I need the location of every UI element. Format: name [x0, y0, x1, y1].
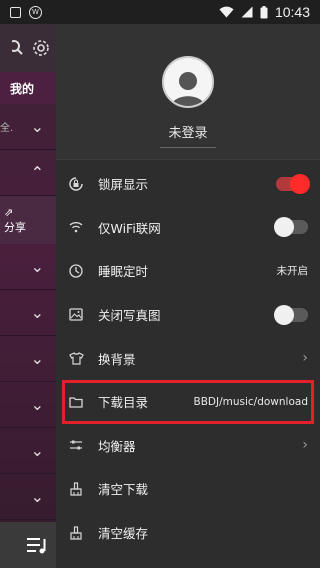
menu-item-label: 换背景 — [98, 351, 136, 367]
avatar[interactable] — [162, 56, 214, 108]
share-icon: ⇗ — [4, 205, 14, 219]
list-item[interactable]: ⌄ — [0, 244, 56, 290]
chevron-down-icon: ⌄ — [30, 303, 44, 322]
menu-item-equalizer[interactable]: 均衡器 › — [56, 424, 320, 468]
chevron-up-icon: ⌃ — [30, 163, 44, 182]
menu-item-label: 清空下载 — [98, 482, 149, 498]
battery-icon — [260, 5, 268, 18]
chevron-down-icon: ⌄ — [30, 441, 44, 460]
chevron-down-icon: ⌄ — [30, 487, 44, 506]
folder-icon — [68, 394, 84, 410]
chevron-right-icon: › — [302, 350, 308, 367]
search-icon[interactable] — [12, 40, 24, 56]
menu-item-label: 清空缓存 — [98, 526, 149, 542]
playlist-button[interactable] — [0, 522, 56, 568]
menu-item-label: 仅WiFi联网 — [98, 220, 161, 236]
menu-item-label: 睡眠定时 — [98, 264, 149, 280]
playlist-icon — [27, 538, 46, 554]
menu-item-lock-screen[interactable]: 锁屏显示 — [56, 162, 320, 206]
menu-item-label: 锁屏显示 — [98, 177, 149, 193]
menu-item-label: 均衡器 — [98, 438, 136, 454]
app-logo-icon: W — [29, 5, 42, 19]
download-directory-value: BBDJ/music/download — [193, 395, 308, 408]
menu-item-clear-downloads[interactable]: 清空下载 — [56, 467, 320, 511]
close-photo-toggle[interactable] — [274, 304, 308, 325]
wifi-icon — [68, 219, 84, 235]
user-icon — [171, 72, 205, 106]
menu-item-label: 关闭写真图 — [98, 308, 161, 324]
wifi-only-toggle[interactable] — [274, 217, 308, 238]
menu-item-clear-cache[interactable]: 清空缓存 — [56, 511, 320, 555]
moon-timer-icon — [68, 263, 84, 279]
list-item[interactable]: ⌄ — [0, 290, 56, 336]
gear-icon[interactable] — [32, 39, 50, 57]
broom-icon — [68, 525, 84, 541]
menu-item-download-directory[interactable]: 下载目录 BBDJ/music/download — [62, 379, 314, 424]
menu-item-close-photo[interactable]: 关闭写真图 — [56, 293, 320, 337]
login-label[interactable]: 未登录 — [160, 122, 216, 148]
menu-item-change-background[interactable]: 换背景 › — [56, 336, 320, 380]
list-item[interactable]: ⌄ — [0, 428, 56, 474]
sleep-timer-value: 未开启 — [276, 265, 309, 278]
wifi-status-icon — [219, 6, 234, 18]
lock-rotate-icon — [68, 176, 84, 192]
share-button[interactable]: ⇗ 分享 — [0, 196, 56, 244]
notification-icon — [10, 6, 21, 18]
side-drawer: 未登录 锁屏显示 仅WiFi联网 睡眠定时 未开启 关闭写真图 换背景 › 下载… — [56, 24, 320, 568]
list-item[interactable]: ⌄ — [0, 474, 56, 520]
under-toolbar — [0, 24, 56, 72]
shirt-icon — [68, 350, 84, 366]
lock-screen-toggle[interactable] — [276, 173, 310, 194]
settings-menu: 锁屏显示 仅WiFi联网 睡眠定时 未开启 关闭写真图 换背景 › 下载目录 B… — [56, 160, 320, 554]
list-item[interactable]: 全. ⌄ — [0, 104, 56, 150]
share-label: 分享 — [4, 220, 26, 234]
list-item[interactable]: ⌄ — [0, 336, 56, 382]
tab-mine[interactable]: 我的 — [0, 72, 56, 104]
clock: 10:43 — [274, 4, 310, 20]
equalizer-icon — [68, 437, 84, 453]
status-bar: W 10:43 — [0, 0, 320, 24]
underlying-page: 我的 全. ⌄ ⌃ ⇗ 分享 ⌄ ⌄ ⌄ ⌄ ⌄ ⌄ — [0, 24, 56, 568]
menu-item-sleep-timer[interactable]: 睡眠定时 未开启 — [56, 249, 320, 293]
image-icon — [68, 307, 84, 323]
list-item[interactable]: ⌄ — [0, 382, 56, 428]
list-item[interactable]: ⌃ — [0, 150, 56, 196]
chevron-down-icon: ⌄ — [30, 117, 44, 136]
chevron-right-icon: › — [302, 437, 308, 454]
chevron-down-icon: ⌄ — [30, 395, 44, 414]
chevron-down-icon: ⌄ — [30, 257, 44, 276]
chevron-down-icon: ⌄ — [30, 349, 44, 368]
profile-header: 未登录 — [56, 24, 320, 160]
signal-icon — [241, 6, 253, 18]
menu-item-label: 下载目录 — [98, 395, 149, 411]
menu-item-wifi-only[interactable]: 仅WiFi联网 — [56, 206, 320, 250]
broom-icon — [68, 481, 84, 497]
